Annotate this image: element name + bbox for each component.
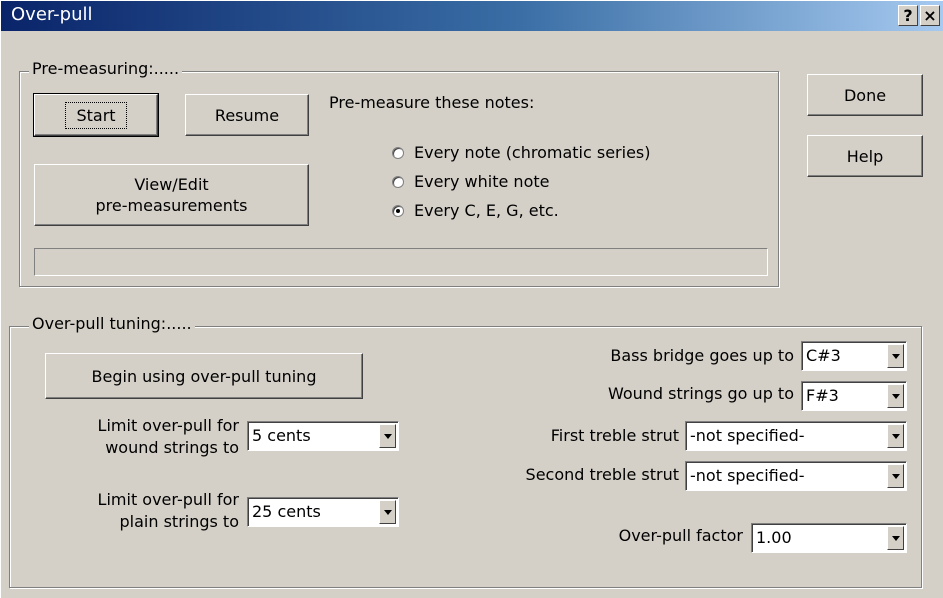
begin-overpull-button[interactable]: Begin using over-pull tuning: [45, 353, 363, 399]
wound-limit-label-line2: wound strings to: [105, 438, 239, 457]
wound-strings-value: F#3: [806, 386, 839, 405]
plain-limit-value: 25 cents: [252, 502, 321, 521]
start-button[interactable]: Start: [33, 93, 159, 137]
radio-circle-selected: [392, 204, 404, 217]
chevron-down-icon[interactable]: [379, 424, 396, 448]
start-label: Start: [65, 101, 127, 129]
chevron-down-icon[interactable]: [887, 464, 904, 488]
first-strut-value: -not specified-: [690, 426, 805, 445]
chevron-down-icon[interactable]: [887, 384, 904, 408]
wound-limit-label-line1: Limit over-pull for: [97, 416, 239, 435]
wound-limit-label: Limit over-pull for wound strings to: [49, 415, 239, 459]
second-strut-label: Second treble strut: [525, 465, 679, 484]
radio-every-white-note[interactable]: Every white note: [392, 172, 549, 191]
radio-label: Every white note: [414, 172, 550, 191]
overpull-dialog: Over-pull ? × Pre-measuring:..... Start …: [0, 0, 943, 598]
plain-limit-label: Limit over-pull for plain strings to: [49, 489, 239, 533]
first-strut-label: First treble strut: [550, 426, 679, 445]
overpull-factor-label: Over-pull factor: [618, 526, 743, 545]
title-bar: Over-pull ? ×: [1, 1, 943, 31]
plain-limit-select[interactable]: 25 cents: [247, 497, 399, 527]
window-title: Over-pull: [11, 4, 93, 25]
help-button[interactable]: Help: [807, 135, 923, 177]
wound-strings-label: Wound strings go up to: [607, 384, 794, 403]
resume-button[interactable]: Resume: [185, 94, 309, 136]
premeasure-legend: Pre-measuring:.....: [29, 59, 183, 78]
chevron-down-icon[interactable]: [887, 344, 904, 368]
radio-every-note[interactable]: Every note (chromatic series): [392, 143, 651, 162]
view-edit-premeasurements-button[interactable]: View/Edit pre-measurements: [34, 164, 309, 226]
premeasure-progress-bar: [34, 248, 768, 276]
wound-limit-value: 5 cents: [252, 426, 311, 445]
radio-circle: [392, 175, 404, 188]
bass-bridge-value: C#3: [806, 346, 841, 365]
second-strut-select[interactable]: -not specified-: [685, 461, 907, 491]
chevron-down-icon[interactable]: [887, 424, 904, 448]
wound-strings-select[interactable]: F#3: [801, 381, 907, 411]
plain-limit-label-line2: plain strings to: [119, 512, 240, 531]
view-edit-label-line2: pre-measurements: [95, 196, 248, 215]
premeasure-notes-label: Pre-measure these notes:: [329, 93, 535, 112]
radio-every-ceg[interactable]: Every C, E, G, etc.: [392, 201, 559, 220]
bass-bridge-select[interactable]: C#3: [801, 341, 907, 371]
close-icon[interactable]: ×: [920, 5, 940, 26]
view-edit-label-line1: View/Edit: [134, 175, 209, 194]
plain-limit-label-line1: Limit over-pull for: [97, 490, 239, 509]
first-strut-select[interactable]: -not specified-: [685, 421, 907, 451]
second-strut-value: -not specified-: [690, 466, 805, 485]
radio-label: Every C, E, G, etc.: [414, 201, 559, 220]
radio-circle: [392, 146, 404, 159]
overpull-factor-value: 1.00: [756, 528, 792, 547]
radio-label: Every note (chromatic series): [414, 143, 651, 162]
chevron-down-icon[interactable]: [379, 500, 396, 524]
overpull-legend: Over-pull tuning:.....: [29, 314, 195, 333]
help-icon[interactable]: ?: [898, 5, 918, 26]
chevron-down-icon[interactable]: [887, 526, 904, 550]
wound-limit-select[interactable]: 5 cents: [247, 421, 399, 451]
overpull-factor-select[interactable]: 1.00: [751, 523, 907, 553]
bass-bridge-label: Bass bridge goes up to: [610, 346, 794, 365]
done-button[interactable]: Done: [807, 74, 923, 116]
